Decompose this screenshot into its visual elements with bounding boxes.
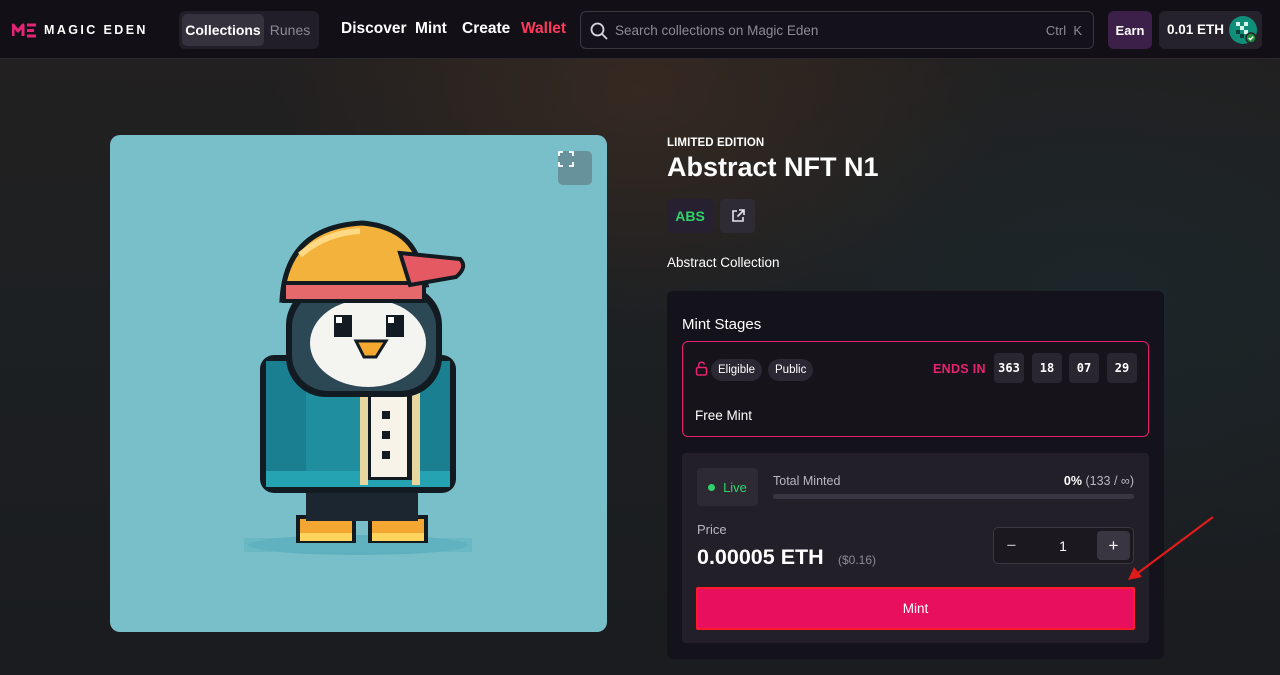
mint-button[interactable]: Mint [696,587,1135,630]
expand-icon [558,151,574,167]
external-link-icon [731,209,745,222]
live-dot-icon [708,483,716,491]
magic-eden-logo-icon [12,23,36,38]
mint-stages-title: Mint Stages [682,316,762,333]
search-icon [590,22,608,40]
tab-collections[interactable]: Collections [182,14,264,46]
price-usd: ($0.16) [838,553,877,567]
tab-runes[interactable]: Runes [264,14,316,46]
countdown-seconds: 29 [1107,353,1137,383]
nav-mint[interactable]: Mint [415,20,447,38]
nav-wallet[interactable]: Wallet [521,20,566,38]
mint-box: Live Total Minted 0% (133 / ∞) Price 0.0… [682,453,1149,643]
ends-in-label: ENDS IN [933,362,986,376]
external-link-button[interactable] [720,199,755,233]
countdown-hours: 18 [1032,353,1062,383]
eligible-badge: Eligible [711,359,763,381]
live-status-badge: Live [697,468,758,506]
unlock-icon [695,361,708,376]
nav-create[interactable]: Create [462,20,510,38]
decrease-quantity-button[interactable]: − [995,529,1028,562]
search-placeholder: Search collections on Magic Eden [615,23,819,38]
minted-count: (133 / ∞) [1085,474,1134,488]
collection-name[interactable]: Abstract Collection [667,255,780,270]
logo-text: MAGIC EDEN [44,23,148,37]
mint-stage-card[interactable]: Eligible Public ENDS IN 363 18 07 29 Fre… [682,341,1149,437]
stage-name: Free Mint [695,408,753,423]
total-minted-value: 0% (133 / ∞) [1064,474,1134,488]
public-badge: Public [768,359,814,381]
price-value: 0.00005 ETH [697,545,824,569]
total-minted-label: Total Minted [773,474,841,488]
search-input[interactable]: Search collections on Magic Eden Ctrl K [580,11,1094,49]
nft-artwork [110,135,607,632]
page-title: Abstract NFT N1 [667,152,879,182]
wallet-balance: 0.01 ETH [1167,22,1225,37]
penguin-artwork [244,220,472,555]
earn-button[interactable]: Earn [1108,11,1152,49]
annotation-arrow-icon [1128,516,1214,580]
top-navbar: MAGIC EDEN Collections Runes Discover Mi… [0,0,1280,59]
countdown-days: 363 [994,353,1024,383]
mint-panel: Mint Stages Eligible Public ENDS IN 363 … [667,291,1164,659]
quantity-input[interactable] [1034,538,1092,554]
fullscreen-button[interactable] [558,151,592,185]
avatar [1229,16,1257,44]
live-status-text: Live [723,479,747,495]
nav-discover[interactable]: Discover [341,20,406,38]
search-shortcut: Ctrl K [1045,23,1082,38]
minted-progress-bar [773,494,1134,499]
price-label: Price [697,522,727,537]
market-toggle: Collections Runes [179,11,319,49]
quantity-stepper: − + [993,527,1134,564]
countdown-minutes: 07 [1069,353,1099,383]
magic-eden-logo[interactable]: MAGIC EDEN [12,20,148,40]
edition-label: LIMITED EDITION [667,137,765,149]
minted-percent: 0% [1063,474,1082,488]
chain-badge[interactable]: ABS [667,199,713,233]
wallet-balance-button[interactable]: 0.01 ETH [1159,11,1262,49]
